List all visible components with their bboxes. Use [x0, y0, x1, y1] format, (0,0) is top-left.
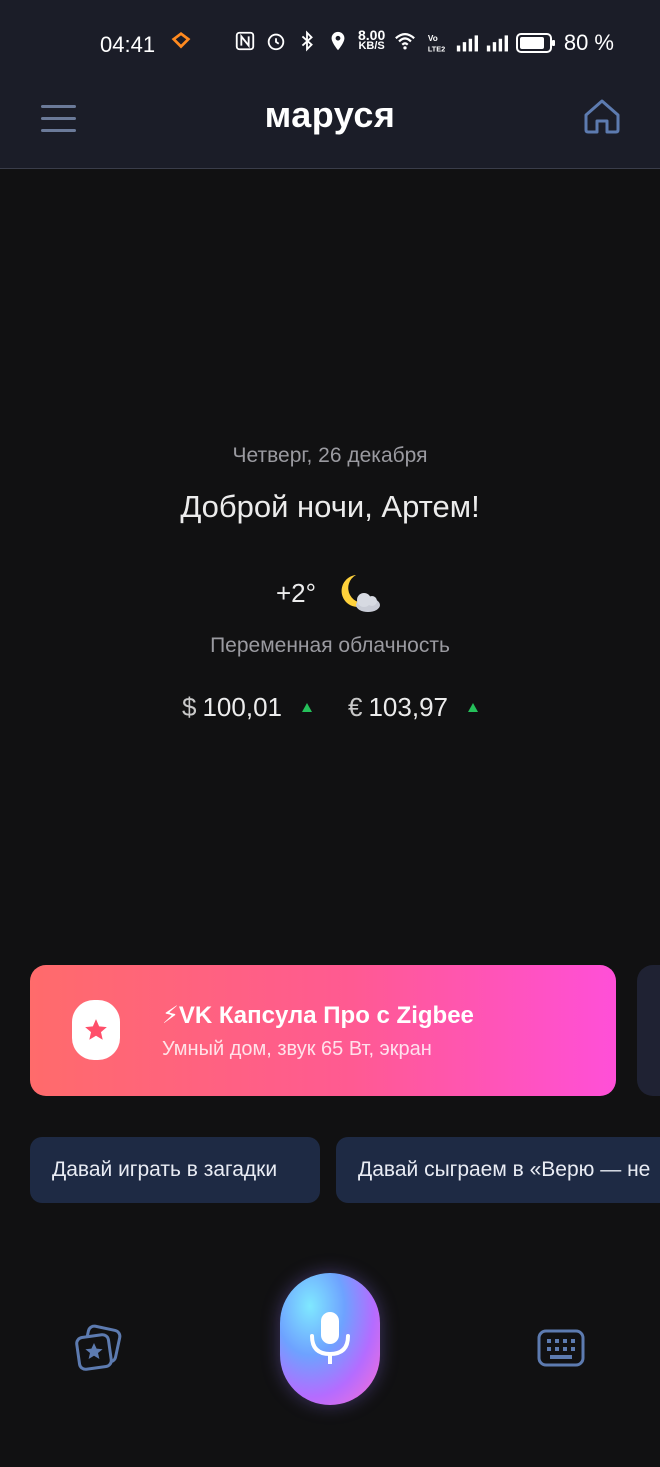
wifi-icon: [395, 33, 416, 50]
app-header: маруся: [0, 88, 660, 169]
star-capsule-icon: [72, 1000, 120, 1060]
status-icons-right: Vo LTE2 80 %: [426, 30, 614, 56]
currency-value: 103,97: [368, 692, 448, 722]
trend-up-icon: [468, 703, 478, 712]
home-icon[interactable]: [582, 96, 622, 136]
currency-eur: € 103,97: [348, 692, 478, 723]
marusya-home-screen: 04:41 8.00 KB/S Vo LTE2 80 % маруся Четв…: [0, 0, 660, 1467]
microphone-icon: [310, 1312, 350, 1364]
suggestion-chip[interactable]: Давай играть в загадки: [30, 1137, 320, 1203]
alarm-icon: [267, 33, 285, 51]
battery-percent: 80 %: [563, 30, 614, 55]
status-icons-left: 8.00 KB/S: [170, 28, 416, 52]
heart-app-icon: [171, 31, 191, 49]
greeting-text: Доброй ночи, Артем!: [180, 489, 480, 524]
promo-title: ⚡VK Капсула Про с Zigbee: [162, 1002, 474, 1029]
weather-widget[interactable]: +2°: [0, 570, 660, 616]
moon-cloud-icon: [341, 575, 381, 612]
bluetooth-icon: [301, 30, 313, 52]
nfc-icon: [235, 31, 255, 51]
app-title: маруся: [264, 94, 396, 135]
signal-icon: [486, 35, 508, 52]
star-icon: [85, 1019, 107, 1040]
status-bar: 04:41 8.00 KB/S Vo LTE2 80 %: [0, 0, 660, 88]
signal-icon: [456, 35, 478, 52]
currency-usd: $ 100,01: [182, 692, 312, 723]
battery-icon: [515, 33, 555, 53]
weather-description: Переменная облачность: [210, 634, 450, 657]
skills-star-icon[interactable]: [74, 1324, 124, 1374]
svg-text:LTE2: LTE2: [428, 44, 445, 53]
net-speed: 8.00 KB/S: [358, 28, 385, 52]
net-speed-unit: KB/S: [358, 40, 385, 52]
promo-card[interactable]: ⚡VK Капсула Про с Zigbee Умный дом, звук…: [30, 965, 616, 1096]
trend-up-icon: [302, 703, 312, 712]
currency-rates: $ 100,01 € 103,97: [0, 692, 660, 723]
promo-subtitle: Умный дом, звук 65 Вт, экран: [162, 1038, 432, 1060]
volte-icon: Vo LTE2: [428, 34, 445, 53]
date-label: Четверг, 26 декабря: [232, 444, 428, 467]
location-icon: [331, 31, 345, 51]
currency-value: 100,01: [202, 692, 282, 722]
status-time: 04:41: [100, 32, 156, 57]
microphone-button[interactable]: [280, 1273, 380, 1405]
temperature: +2°: [275, 577, 317, 608]
suggestion-chip[interactable]: Давай сыграем в «Верю — не: [336, 1137, 660, 1203]
svg-text:Vo: Vo: [428, 34, 438, 43]
keyboard-icon[interactable]: [536, 1326, 586, 1372]
currency-symbol: €: [348, 692, 363, 722]
next-promo-card[interactable]: [637, 965, 660, 1096]
currency-symbol: $: [182, 692, 197, 722]
